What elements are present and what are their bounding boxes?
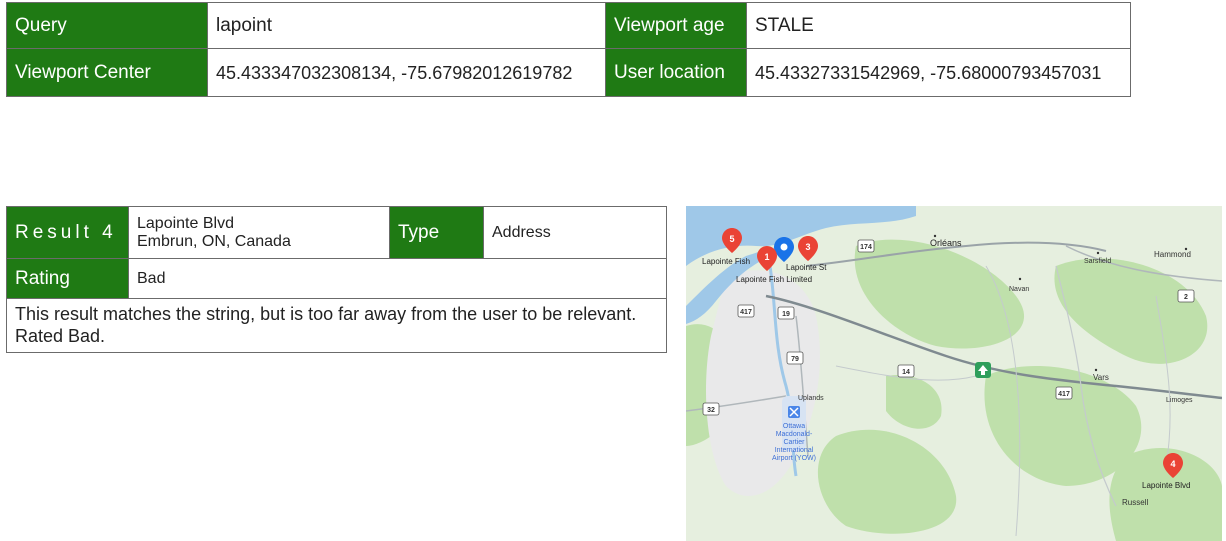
- svg-text:5: 5: [729, 234, 734, 244]
- airport-label-4: International: [775, 447, 814, 454]
- park-icon: [975, 362, 991, 378]
- place-dot: [1096, 251, 1100, 255]
- place-orleans: Orléans: [930, 238, 962, 248]
- svg-text:417: 417: [1058, 391, 1070, 398]
- airport-label-5: Airport (YOW): [772, 455, 816, 462]
- place-dot: [933, 234, 937, 238]
- map-view[interactable]: Ottawa Macdonald- Cartier International …: [686, 206, 1222, 541]
- result-header-row: Result 4 Lapointe Blvd Embrun, ON, Canad…: [6, 206, 667, 259]
- result-label: Result 4: [6, 206, 129, 259]
- place-dot: [1018, 277, 1022, 281]
- place-dot: [1094, 368, 1098, 372]
- airport-label-1: Ottawa: [783, 423, 805, 430]
- description-row: This result matches the string, but is t…: [6, 298, 667, 353]
- place-limoges: Limoges: [1166, 397, 1193, 404]
- query-label: Query: [6, 2, 208, 49]
- svg-text:1: 1: [764, 252, 769, 262]
- svg-text:2: 2: [1184, 294, 1188, 301]
- highway-shield-417-west: 417: [737, 304, 755, 318]
- svg-text:417: 417: [740, 309, 752, 316]
- query-row: Query lapoint Viewport age STALE: [6, 2, 1131, 49]
- highway-shield-19: 19: [777, 306, 795, 320]
- svg-text:14: 14: [902, 369, 910, 376]
- place-uplands: Uplands: [798, 395, 824, 402]
- svg-text:174: 174: [860, 244, 872, 251]
- label-lapointe-fish: Lapointe Fish: [702, 257, 750, 266]
- highway-shield-32: 32: [702, 402, 720, 416]
- highway-shield-79: 79: [786, 351, 804, 365]
- airport-label-2: Macdonald-: [776, 431, 813, 438]
- place-sarsfield: Sarsfield: [1084, 258, 1111, 265]
- svg-text:32: 32: [707, 407, 715, 414]
- highway-shield-14: 14: [897, 364, 915, 378]
- address-line1: Lapointe Blvd: [137, 214, 234, 232]
- type-value: Address: [483, 206, 667, 259]
- viewport-center-label: Viewport Center: [6, 48, 208, 97]
- label-lapointe-st: Lapointe St: [786, 263, 827, 272]
- highway-shield-2: 2: [1177, 289, 1195, 303]
- rating-label: Rating: [6, 258, 129, 299]
- svg-text:3: 3: [805, 242, 810, 252]
- highway-shield-417-east: 417: [1055, 386, 1073, 400]
- result-address: Lapointe Blvd Embrun, ON, Canada: [128, 206, 390, 259]
- viewport-age-label: Viewport age: [605, 2, 747, 49]
- viewport-age-value: STALE: [746, 2, 1131, 49]
- user-location-value: 45.43327331542969, -75.68000793457031: [746, 48, 1131, 97]
- query-value: lapoint: [207, 2, 606, 49]
- svg-text:4: 4: [1170, 459, 1175, 469]
- location-row: Viewport Center 45.433347032308134, -75.…: [6, 48, 1131, 97]
- result-description: This result matches the string, but is t…: [6, 298, 667, 353]
- svg-text:79: 79: [791, 356, 799, 363]
- highway-shield-174: 174: [857, 239, 875, 253]
- label-lapointe-fish-limited: Lapointe Fish Limited: [736, 275, 812, 284]
- label-lapointe-blvd: Lapointe Blvd: [1142, 481, 1190, 490]
- place-navan: Navan: [1009, 286, 1029, 293]
- place-russell: Russell: [1122, 498, 1148, 507]
- address-line2: Embrun, ON, Canada: [137, 232, 291, 250]
- user-location-label: User location: [605, 48, 747, 97]
- svg-text:19: 19: [782, 311, 790, 318]
- result-table: Result 4 Lapointe Blvd Embrun, ON, Canad…: [6, 206, 667, 353]
- airport-label-3: Cartier: [783, 439, 805, 446]
- airplane-icon: [788, 406, 800, 418]
- rating-row: Rating Bad: [6, 258, 667, 299]
- rating-value: Bad: [128, 258, 667, 299]
- type-label: Type: [389, 206, 484, 259]
- viewport-center-value: 45.433347032308134, -75.67982012619782: [207, 48, 606, 97]
- map-canvas[interactable]: Ottawa Macdonald- Cartier International …: [686, 206, 1222, 541]
- place-hammond: Hammond: [1154, 250, 1191, 259]
- place-vars: Vars: [1093, 373, 1109, 382]
- query-info-table: Query lapoint Viewport age STALE Viewpor…: [6, 2, 1131, 97]
